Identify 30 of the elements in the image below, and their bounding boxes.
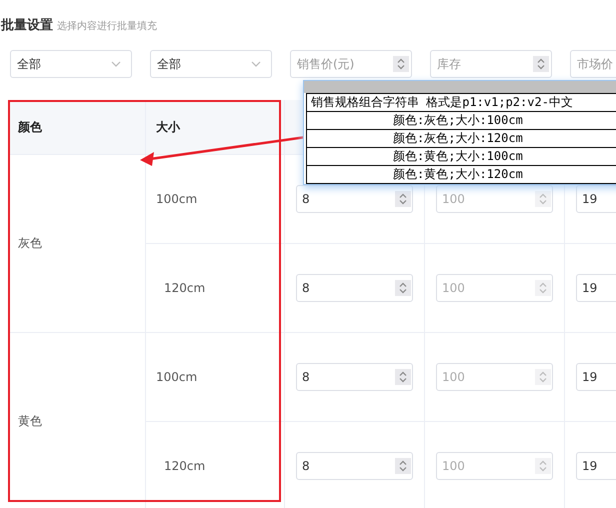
spinner-icon[interactable] xyxy=(395,369,411,385)
number-field[interactable]: 19 xyxy=(576,185,616,213)
number-field[interactable]: 8 xyxy=(296,452,413,480)
spinner-icon[interactable] xyxy=(395,458,411,474)
popup-row: 颜色:灰色;大小:120cm xyxy=(307,129,616,147)
column-header: 颜色 xyxy=(8,100,146,155)
number-field[interactable]: 19 xyxy=(576,363,616,391)
spinner-icon[interactable] xyxy=(533,56,549,72)
spinner-icon[interactable] xyxy=(395,280,411,296)
table-cell: 100cm xyxy=(146,333,285,422)
spinner-icon[interactable] xyxy=(395,191,411,207)
spinner-icon[interactable] xyxy=(393,56,409,72)
select-field[interactable]: 全部 xyxy=(150,50,272,78)
number-field[interactable]: 8 xyxy=(296,274,413,302)
table-cell: 黄色 xyxy=(8,333,146,508)
popup-row: 颜色:黄色;大小:100cm xyxy=(307,147,616,165)
table-cell: 120cm xyxy=(146,244,285,333)
popup-heading: 销售规格组合字符串 格式是p1:v1;p2:v2-中文 xyxy=(310,94,574,111)
column-header: 大小 xyxy=(146,100,285,155)
number-field[interactable]: 19 xyxy=(576,274,616,302)
number-field[interactable]: 19 xyxy=(576,452,616,480)
number-field[interactable]: 8 xyxy=(296,185,413,213)
section-title: 批量设置 xyxy=(1,17,53,34)
section-hint: 选择内容进行批量填充 xyxy=(57,20,157,33)
table-cell: 120cm xyxy=(146,422,285,508)
number-field[interactable]: 8 xyxy=(296,363,413,391)
popup-row: 颜色:黄色;大小:120cm xyxy=(307,165,616,183)
table-cell: 灰色 xyxy=(8,155,146,333)
popup-row: 颜色:灰色;大小:100cm xyxy=(307,111,616,129)
select-field[interactable]: 全部 xyxy=(10,50,132,78)
